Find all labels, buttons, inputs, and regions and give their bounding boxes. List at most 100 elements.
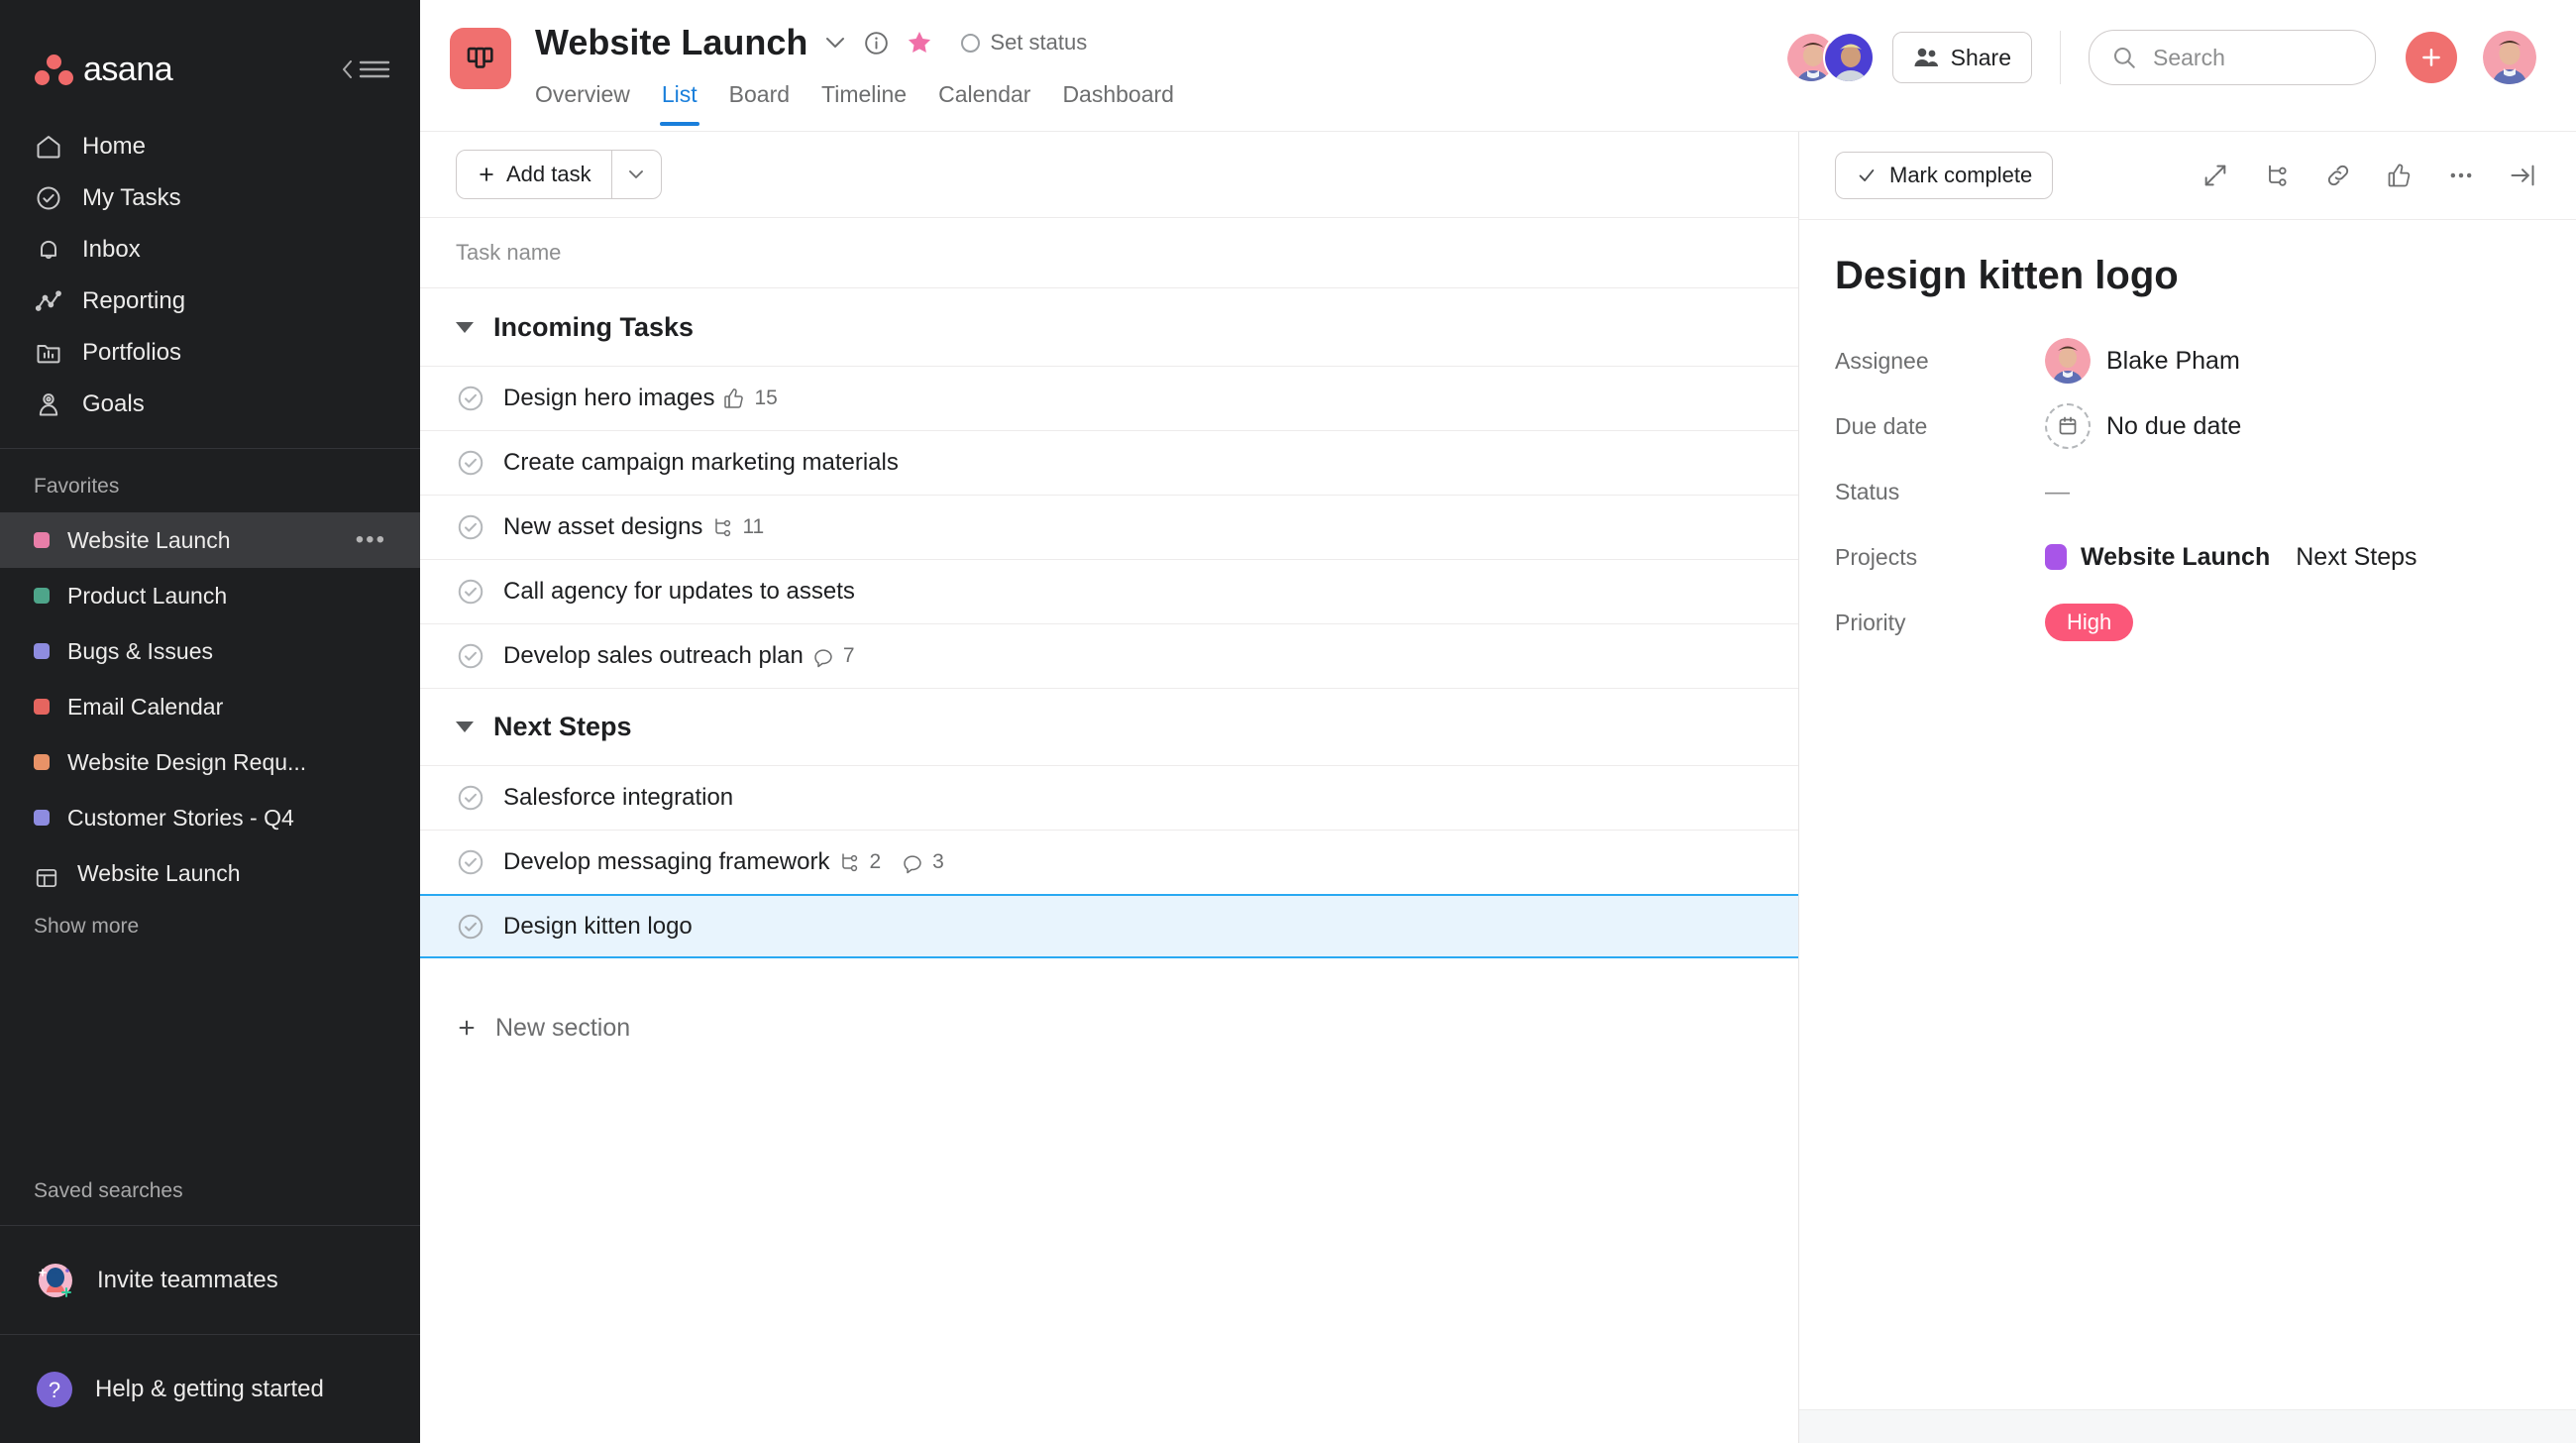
chevron-down-icon[interactable] xyxy=(823,36,847,50)
invite-teammates-label: Invite teammates xyxy=(97,1266,278,1293)
complete-task-icon[interactable] xyxy=(456,577,485,607)
more-horizontal-icon[interactable] xyxy=(2447,162,2475,189)
complete-task-icon[interactable] xyxy=(456,512,485,542)
page-title: Website Launch xyxy=(535,22,808,62)
project-color-dot xyxy=(34,754,50,770)
task-detail-pane: Mark complete Design kitten logo Assigne… xyxy=(1799,132,2576,1443)
subtask-icon[interactable] xyxy=(2263,162,2291,189)
subtask-count: 11 xyxy=(742,515,765,538)
section-header-next-steps[interactable]: Next Steps xyxy=(420,688,1798,765)
current-user-avatar[interactable] xyxy=(2483,31,2536,84)
favorite-item-email-calendar[interactable]: Email Calendar xyxy=(0,679,420,734)
column-header-task-name: Task name xyxy=(420,217,1798,288)
tab-list[interactable]: List xyxy=(646,73,713,126)
add-task-dropdown[interactable] xyxy=(610,151,661,198)
subtask-badge[interactable]: 2 xyxy=(837,850,881,874)
table-row[interactable]: Design hero images 15 xyxy=(420,366,1798,430)
info-circle-icon[interactable] xyxy=(863,30,890,56)
task-name: Design hero images xyxy=(503,385,715,411)
tab-overview[interactable]: Overview xyxy=(535,73,646,126)
set-status-button[interactable]: Set status xyxy=(961,30,1087,56)
like-badge[interactable]: 15 xyxy=(722,387,778,410)
favorite-item-website-launch[interactable]: Website Launch ••• xyxy=(0,512,420,568)
task-detail-toolbar: Mark complete xyxy=(1799,132,2576,219)
tab-dashboard[interactable]: Dashboard xyxy=(1046,73,1190,126)
link-icon[interactable] xyxy=(2324,162,2352,189)
collapse-sidebar-icon[interactable] xyxy=(340,56,390,82)
show-more-favorites[interactable]: Show more xyxy=(0,901,420,952)
asana-app: asana Home My Tasks Inbox Reporting Port… xyxy=(0,0,2576,1443)
sidebar-item-portfolios[interactable]: Portfolios xyxy=(0,327,420,379)
like-count: 15 xyxy=(754,387,778,409)
favorite-item-customer-stories-q4[interactable]: Customer Stories - Q4 xyxy=(0,790,420,845)
add-task-button[interactable]: Add task xyxy=(456,150,662,199)
table-row[interactable]: New asset designs 11 xyxy=(420,495,1798,559)
table-row[interactable]: Develop sales outreach plan 7 xyxy=(420,623,1798,688)
favorite-item-website-launch-dashboard[interactable]: Website Launch xyxy=(0,845,420,901)
sidebar-item-my-tasks[interactable]: My Tasks xyxy=(0,172,420,224)
member-avatars[interactable] xyxy=(1784,32,1875,83)
invite-teammates-button[interactable]: Invite teammates xyxy=(0,1225,420,1334)
field-label: Projects xyxy=(1835,543,1918,570)
status-value[interactable]: — xyxy=(2045,478,2070,506)
task-name: Call agency for updates to assets xyxy=(503,578,855,605)
complete-task-icon[interactable] xyxy=(456,448,485,478)
field-label: Priority xyxy=(1835,609,1906,635)
project-color-dot xyxy=(34,532,50,548)
thumbs-up-icon[interactable] xyxy=(2386,162,2414,189)
expand-icon[interactable] xyxy=(2201,162,2229,189)
set-status-label: Set status xyxy=(990,30,1088,55)
table-row[interactable]: Salesforce integration xyxy=(420,765,1798,830)
sidebar-item-inbox[interactable]: Inbox xyxy=(0,224,420,276)
complete-task-icon[interactable] xyxy=(456,783,485,813)
mark-complete-button[interactable]: Mark complete xyxy=(1835,152,2054,199)
avatar xyxy=(1822,32,1875,83)
task-name: Develop messaging framework xyxy=(503,848,830,875)
due-date-value[interactable]: No due date xyxy=(2045,403,2241,449)
more-horizontal-icon[interactable]: ••• xyxy=(356,528,386,552)
help-getting-started-button[interactable]: ? Help & getting started xyxy=(0,1334,420,1443)
sidebar-nav: Home My Tasks Inbox Reporting Portfolios… xyxy=(0,121,420,430)
favorite-label: Email Calendar xyxy=(67,693,224,720)
comment-badge[interactable]: 7 xyxy=(811,644,855,668)
field-label: Status xyxy=(1835,478,1900,504)
star-filled-icon[interactable] xyxy=(906,29,933,56)
create-button[interactable] xyxy=(2406,32,2457,83)
table-row[interactable]: Call agency for updates to assets xyxy=(420,559,1798,623)
asana-logo[interactable]: asana xyxy=(34,51,173,89)
search-input[interactable]: Search xyxy=(2089,30,2376,85)
complete-task-icon[interactable] xyxy=(456,641,485,671)
section-title: Incoming Tasks xyxy=(493,311,695,342)
share-button[interactable]: Share xyxy=(1891,32,2032,83)
project-color-dot xyxy=(34,588,50,604)
favorite-label: Website Launch xyxy=(67,526,231,553)
sidebar-item-goals[interactable]: Goals xyxy=(0,379,420,430)
complete-task-icon[interactable] xyxy=(456,847,485,877)
tab-timeline[interactable]: Timeline xyxy=(805,73,922,126)
tab-board[interactable]: Board xyxy=(713,73,805,126)
chevron-down-icon[interactable] xyxy=(456,722,474,732)
table-row-selected[interactable]: Design kitten logo xyxy=(420,894,1798,958)
comment-badge[interactable]: 3 xyxy=(901,850,944,874)
collapse-panel-icon[interactable] xyxy=(2509,162,2536,189)
favorite-item-product-launch[interactable]: Product Launch xyxy=(0,568,420,623)
complete-task-icon[interactable] xyxy=(456,384,485,413)
new-section-button[interactable]: New section xyxy=(420,992,1798,1063)
favorite-label: Customer Stories - Q4 xyxy=(67,804,294,831)
sidebar-item-home[interactable]: Home xyxy=(0,121,420,172)
priority-value[interactable]: High xyxy=(2045,604,2134,641)
chevron-down-icon[interactable] xyxy=(456,321,474,333)
sidebar-item-label: Home xyxy=(82,133,147,160)
assignee-value[interactable]: Blake Pham xyxy=(2045,338,2240,384)
table-row[interactable]: Develop messaging framework 2 3 xyxy=(420,830,1798,894)
subtask-badge[interactable]: 11 xyxy=(710,515,764,539)
favorite-item-bugs-issues[interactable]: Bugs & Issues xyxy=(0,623,420,679)
tab-calendar[interactable]: Calendar xyxy=(922,73,1046,126)
projects-value[interactable]: Website Launch Next Steps xyxy=(2045,543,2417,572)
section-header-incoming-tasks[interactable]: Incoming Tasks xyxy=(420,288,1798,366)
favorite-item-website-design-requests[interactable]: Website Design Requ... xyxy=(0,734,420,790)
complete-task-icon[interactable] xyxy=(456,912,485,942)
table-row[interactable]: Create campaign marketing materials xyxy=(420,430,1798,495)
field-assignee: Assignee Blake Pham xyxy=(1835,328,2576,393)
sidebar-item-reporting[interactable]: Reporting xyxy=(0,276,420,327)
